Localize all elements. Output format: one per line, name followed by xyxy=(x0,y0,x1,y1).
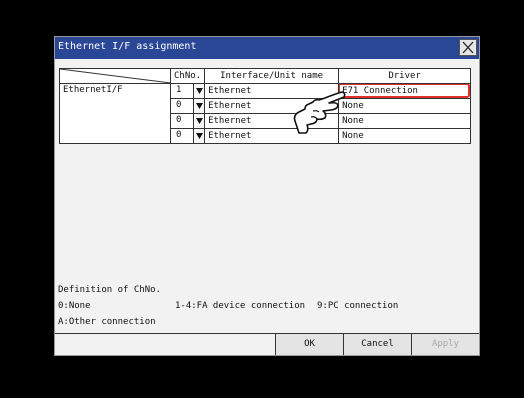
chno-value: 1 xyxy=(176,85,182,95)
close-button[interactable] xyxy=(459,39,477,56)
ethernet-if-assignment-dialog: Ethernet I/F assignment ChNo. Interface/… xyxy=(54,36,480,356)
definition-item: 1-4:FA device connection xyxy=(175,301,306,311)
driver-highlight-box xyxy=(339,84,470,98)
dropdown-arrow-icon[interactable] xyxy=(193,129,204,143)
chno-select[interactable]: 1 xyxy=(169,83,206,99)
driver-cell[interactable]: E71 Connection xyxy=(338,83,472,99)
chno-select[interactable]: 0 xyxy=(169,128,206,144)
driver-cell[interactable]: None xyxy=(338,113,472,129)
chno-value: 0 xyxy=(176,115,182,125)
title-bar: Ethernet I/F assignment xyxy=(55,37,479,59)
table-row: EthernetI/F 1 Ethernet E71 Connection xyxy=(59,83,472,144)
chno-select[interactable]: 0 xyxy=(169,113,206,129)
dropdown-arrow-icon[interactable] xyxy=(193,84,204,98)
button-bar: OK Cancel Apply xyxy=(55,333,479,356)
driver-cell[interactable]: None xyxy=(338,98,472,114)
ok-button[interactable]: OK xyxy=(275,334,343,355)
chno-select[interactable]: 0 xyxy=(169,98,206,114)
group-label-ethernet-if: EthernetI/F xyxy=(59,83,171,144)
header-corner-cell xyxy=(59,68,171,84)
dropdown-arrow-icon[interactable] xyxy=(193,99,204,113)
apply-button[interactable]: Apply xyxy=(411,334,479,355)
chno-value: 0 xyxy=(176,100,182,110)
table-header-row: ChNo. Interface/Unit name Driver xyxy=(59,68,472,84)
pointing-hand-icon xyxy=(293,91,346,134)
chno-value: 0 xyxy=(176,130,182,140)
header-interface: Interface/Unit name xyxy=(204,68,340,84)
definition-item: 9:PC connection xyxy=(317,301,399,311)
assignment-table: ChNo. Interface/Unit name Driver Etherne… xyxy=(59,68,472,144)
definitions-heading: Definition of ChNo. xyxy=(58,285,161,295)
driver-cell[interactable]: None xyxy=(338,128,472,144)
close-icon xyxy=(462,41,474,54)
definition-item: 0:None xyxy=(58,301,91,311)
header-chno: ChNo. xyxy=(169,68,206,84)
dialog-title: Ethernet I/F assignment xyxy=(58,41,197,52)
definition-item: A:Other connection xyxy=(58,317,156,327)
dropdown-arrow-icon[interactable] xyxy=(193,114,204,128)
cancel-button[interactable]: Cancel xyxy=(343,334,411,355)
header-driver: Driver xyxy=(338,68,472,84)
